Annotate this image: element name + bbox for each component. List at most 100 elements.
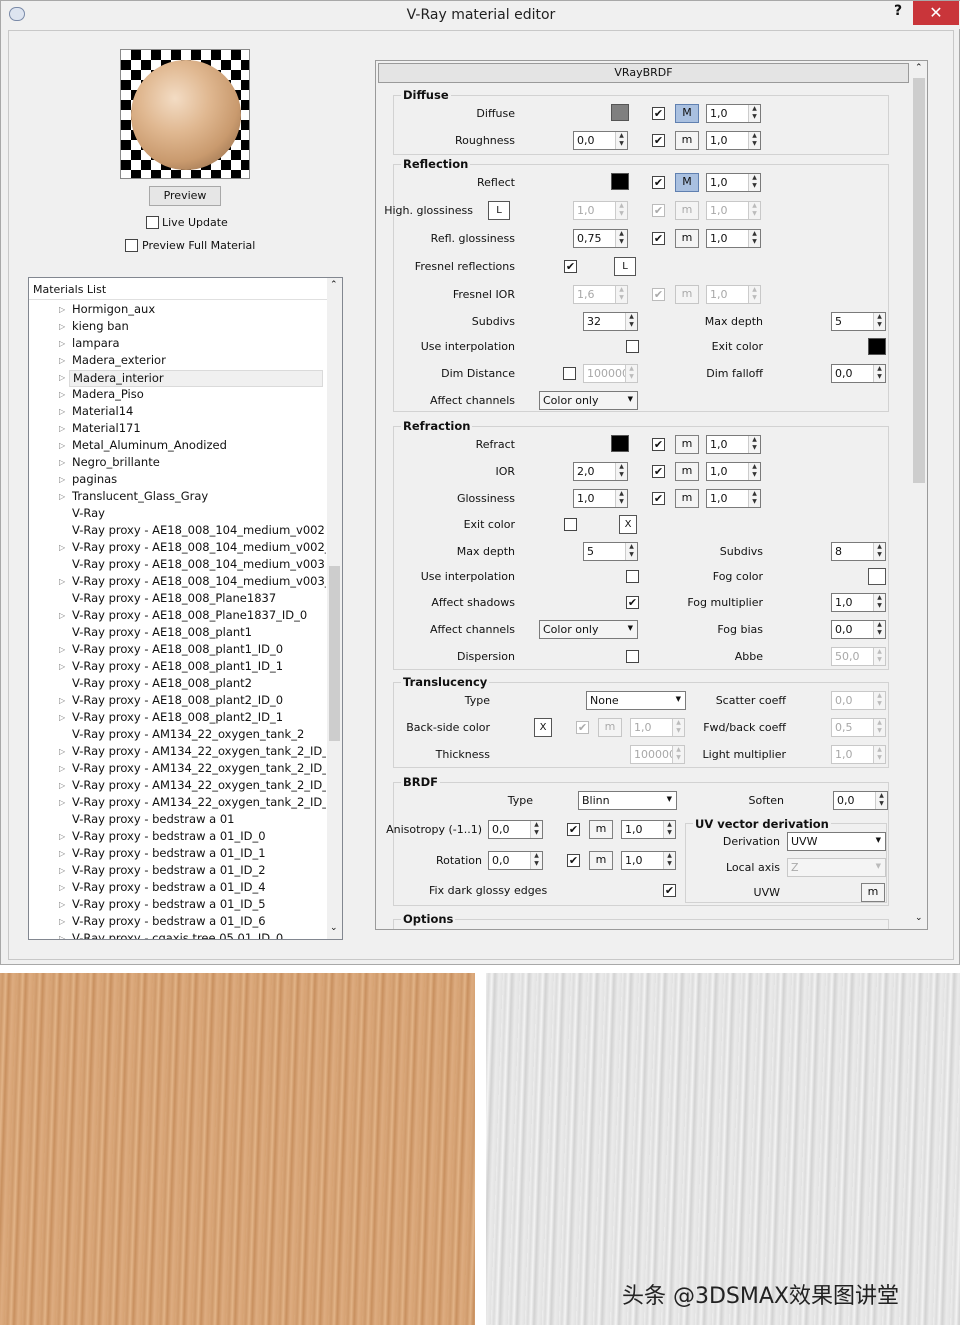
rollout-scroll-up-icon[interactable]: ⌃	[915, 63, 923, 73]
back-side-color-swatch[interactable]: X	[534, 718, 552, 737]
translucency-type-dropdown[interactable]: None	[586, 691, 686, 710]
refr-use-interpolation-checkbox[interactable]	[626, 570, 639, 583]
expand-arrow-icon[interactable]: ▷	[59, 476, 65, 484]
expand-arrow-icon[interactable]: ▷	[59, 697, 65, 705]
ior-map-button[interactable]: m	[675, 462, 699, 481]
ior-spinner[interactable]: 2,0 ▲ ▼	[573, 462, 628, 481]
expand-arrow-icon[interactable]: ▷	[59, 714, 65, 722]
expand-arrow-icon[interactable]: ▷	[59, 663, 65, 671]
diffuse-color-swatch[interactable]	[611, 104, 629, 121]
refl-glossiness-multiplier-spinner[interactable]: 1,0 ▲ ▼	[706, 229, 761, 248]
material-list-item[interactable]: V-Ray proxy - AE18_008_Plane1837	[72, 591, 326, 608]
roughness-spinner[interactable]: 0,0 ▲ ▼	[573, 131, 628, 150]
ior-multiplier-spinner[interactable]: 1,0 ▲ ▼	[706, 462, 761, 481]
live-update-checkbox[interactable]	[146, 216, 159, 229]
material-list-item[interactable]: V-Ray proxy - bedstraw a 01_ID_6	[72, 914, 326, 931]
refl-glossiness-map-button[interactable]: m	[675, 229, 699, 248]
fwd-back-coeff-spinner[interactable]: 0,5 ▲ ▼	[831, 718, 886, 737]
expand-arrow-icon[interactable]: ▷	[59, 884, 65, 892]
back-side-map-button[interactable]: m	[598, 718, 622, 737]
rollout-scroll-down-icon[interactable]: ⌄	[915, 913, 923, 923]
material-list-item[interactable]: V-Ray proxy - bedstraw a 01_ID_0	[72, 829, 326, 846]
expand-arrow-icon[interactable]: ▷	[59, 612, 65, 620]
high-glossiness-map-button[interactable]: m	[675, 201, 699, 220]
expand-arrow-icon[interactable]: ▷	[59, 799, 65, 807]
reflect-map-button[interactable]: M	[675, 173, 699, 192]
material-list-item[interactable]: Madera_interior	[69, 370, 323, 387]
brdf-type-dropdown[interactable]: Blinn	[578, 791, 677, 810]
scatter-coeff-spinner[interactable]: 0,0 ▲ ▼	[831, 691, 886, 710]
expand-arrow-icon[interactable]: ▷	[59, 765, 65, 773]
expand-arrow-icon[interactable]: ▷	[59, 850, 65, 858]
preview-full-material-checkbox[interactable]	[125, 239, 138, 252]
expand-arrow-icon[interactable]: ▷	[59, 782, 65, 790]
expand-arrow-icon[interactable]: ▷	[59, 306, 65, 314]
material-list-item[interactable]: V-Ray proxy - AM134_22_oxygen_tank_2_ID_…	[72, 778, 326, 795]
refract-map-checkbox[interactable]	[652, 438, 665, 451]
refract-map-button[interactable]: m	[675, 435, 699, 454]
material-list-item[interactable]: Metal_Aluminum_Anodized	[72, 438, 326, 455]
material-list-item[interactable]: Translucent_Glass_Gray	[72, 489, 326, 506]
expand-arrow-icon[interactable]: ▷	[59, 459, 65, 467]
preview-button[interactable]: Preview	[149, 186, 221, 206]
material-list-item[interactable]: Madera_Piso	[72, 387, 326, 404]
expand-arrow-icon[interactable]: ▷	[59, 544, 65, 552]
thickness-spinner[interactable]: 100000 ▲ ▼	[630, 745, 685, 764]
anisotropy-map-checkbox[interactable]	[567, 823, 580, 836]
material-list-item[interactable]: V-Ray proxy - AE18_008_104_medium_v003_I…	[72, 574, 326, 591]
help-button[interactable]: ?	[885, 3, 911, 25]
diffuse-map-checkbox[interactable]	[652, 107, 665, 120]
material-list-item[interactable]: V-Ray proxy - AE18_008_plant1	[72, 625, 326, 642]
local-axis-dropdown[interactable]: Z	[787, 858, 886, 877]
rotation-map-checkbox[interactable]	[567, 854, 580, 867]
back-side-multiplier-spinner[interactable]: 1,0 ▲ ▼	[630, 718, 685, 737]
refr-max-depth-spinner[interactable]: 5 ▲ ▼	[583, 542, 638, 561]
material-list-item[interactable]: V-Ray proxy - bedstraw a 01	[72, 812, 326, 829]
expand-arrow-icon[interactable]: ▷	[59, 408, 65, 416]
rotation-map-button[interactable]: m	[589, 851, 613, 870]
fresnel-ior-lock-button[interactable]: L	[614, 257, 636, 276]
material-list-item[interactable]: kieng ban	[72, 319, 326, 336]
material-list-item[interactable]: Hormigon_aux	[72, 302, 326, 319]
refl-use-interpolation-checkbox[interactable]	[626, 340, 639, 353]
material-list-item[interactable]: V-Ray proxy - AE18_008_plant2_ID_1	[72, 710, 326, 727]
expand-arrow-icon[interactable]: ▷	[59, 374, 65, 382]
refl-subdivs-spinner[interactable]: 32 ▲ ▼	[583, 312, 638, 331]
diffuse-map-button[interactable]: M	[675, 104, 699, 123]
material-list-item[interactable]: V-Ray proxy - AE18_008_104_medium_v002	[72, 523, 326, 540]
refract-multiplier-spinner[interactable]: 1,0 ▲ ▼	[706, 435, 761, 454]
rotation-multiplier-spinner[interactable]: 1,0 ▲ ▼	[621, 851, 676, 870]
light-multiplier-spinner[interactable]: 1,0 ▲ ▼	[831, 745, 886, 764]
material-list-item[interactable]: V-Ray proxy - bedstraw a 01_ID_1	[72, 846, 326, 863]
rollout-scrollbar[interactable]: ⌃ ⌄	[911, 61, 927, 929]
refr-affect-channels-dropdown[interactable]: Color only	[539, 620, 638, 639]
material-list-item[interactable]: V-Ray proxy - AM134_22_oxygen_tank_2_ID_…	[72, 761, 326, 778]
refl-glossiness-spinner[interactable]: 0,75 ▲ ▼	[573, 229, 628, 248]
refract-color-swatch[interactable]	[611, 435, 629, 452]
reflect-multiplier-spinner[interactable]: 1,0 ▲ ▼	[706, 173, 761, 192]
refr-subdivs-spinner[interactable]: 8 ▲ ▼	[831, 542, 886, 561]
dim-distance-spinner[interactable]: 100000 ▲ ▼	[583, 364, 638, 383]
ior-map-checkbox[interactable]	[652, 465, 665, 478]
rollout-title[interactable]: VRayBRDF	[378, 63, 909, 83]
material-list-item[interactable]: Madera_exterior	[72, 353, 326, 370]
fresnel-reflections-checkbox[interactable]	[564, 260, 577, 273]
material-list-item[interactable]: Material14	[72, 404, 326, 421]
expand-arrow-icon[interactable]: ▷	[59, 748, 65, 756]
high-glossiness-spinner[interactable]: 1,0 ▲ ▼	[573, 201, 628, 220]
dispersion-checkbox[interactable]	[626, 650, 639, 663]
scrollbar-thumb[interactable]	[329, 566, 340, 741]
material-list-item[interactable]: V-Ray proxy - AM134_22_oxygen_tank_2_ID_…	[72, 744, 326, 761]
scroll-up-icon[interactable]: ⌃	[330, 280, 338, 290]
expand-arrow-icon[interactable]: ▷	[59, 918, 65, 926]
material-list-item[interactable]: V-Ray proxy - bedstraw a 01_ID_4	[72, 880, 326, 897]
expand-arrow-icon[interactable]: ▷	[59, 646, 65, 654]
material-list-item[interactable]: V-Ray proxy - AM134_22_oxygen_tank_2_ID_…	[72, 795, 326, 812]
refr-glossiness-map-checkbox[interactable]	[652, 492, 665, 505]
material-list-item[interactable]: V-Ray proxy - AE18_008_104_medium_v003	[72, 557, 326, 574]
refr-glossiness-spinner[interactable]: 1,0 ▲ ▼	[573, 489, 628, 508]
expand-arrow-icon[interactable]: ▷	[59, 340, 65, 348]
high-glossiness-multiplier-spinner[interactable]: 1,0 ▲ ▼	[706, 201, 761, 220]
reflect-map-checkbox[interactable]	[652, 176, 665, 189]
anisotropy-multiplier-spinner[interactable]: 1,0 ▲ ▼	[621, 820, 676, 839]
